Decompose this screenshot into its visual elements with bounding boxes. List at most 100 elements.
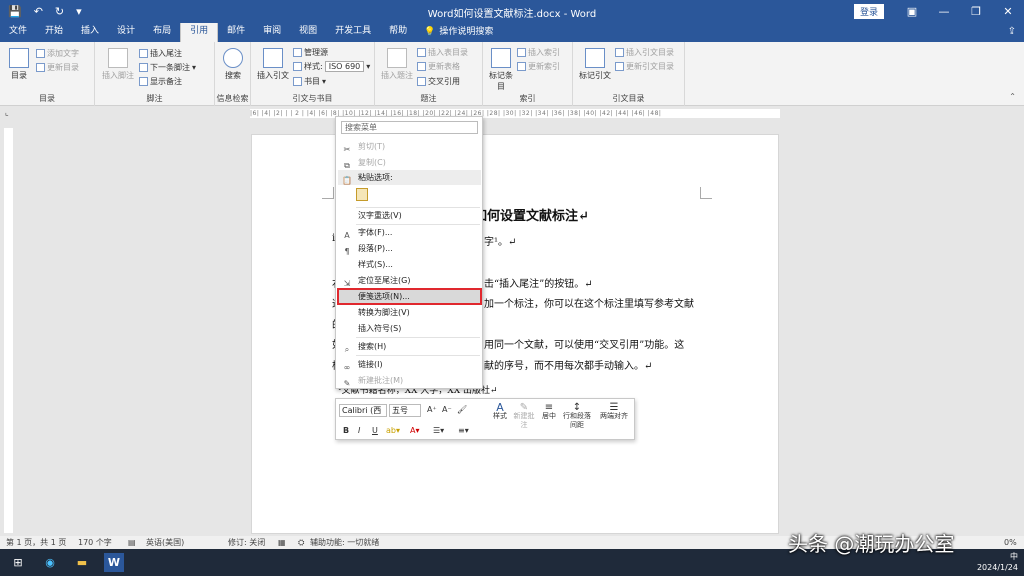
save-icon[interactable]: 💾	[8, 5, 22, 18]
tab-review[interactable]: 审阅	[254, 23, 290, 42]
citation-style-dropdown[interactable]: 样式: ISO 690 ▾	[293, 61, 370, 72]
tab-view[interactable]: 视图	[290, 23, 326, 42]
page-count[interactable]: 第 1 页，共 1 页	[6, 536, 66, 549]
document-page[interactable]: 如何设置文献标注↵ i 字¹。↵ 右 击“插入尾注”的按钮。↵ 这 加一个标注，…	[251, 134, 779, 534]
horizontal-ruler[interactable]: |6| |4| |2| | | 2 | |4| |6| |8| |10| |12…	[250, 109, 780, 118]
font-size-box[interactable]: 五号	[389, 404, 421, 417]
justify-button[interactable]: ☰ 两端对齐	[596, 403, 632, 421]
next-footnote-button[interactable]: 下一条脚注 ▾	[139, 62, 196, 73]
menu-item-search[interactable]: ⌕ 搜索(H)	[338, 339, 481, 354]
manage-sources-button[interactable]: 管理源	[293, 47, 328, 58]
ime-indicator[interactable]: 中	[1010, 552, 1018, 561]
bold-icon[interactable]: B	[343, 426, 349, 435]
menu-search-input[interactable]: 搜索菜单	[341, 121, 478, 134]
bibliography-button[interactable]: 书目 ▾	[293, 76, 326, 87]
menu-item-note-options[interactable]: 便笺选项(N)...	[337, 288, 482, 305]
menu-item-font[interactable]: A 字体(F)...	[338, 225, 481, 240]
italic-icon[interactable]: I	[358, 426, 360, 435]
doc-text: 击“插入尾注”的按钮。↵	[484, 279, 593, 290]
share-icon[interactable]: ⇪	[1008, 26, 1016, 37]
restore-icon[interactable]: ❐	[960, 5, 992, 18]
word-icon[interactable]: W	[104, 553, 124, 572]
tab-developer[interactable]: 开发工具	[326, 23, 380, 42]
font-name-box[interactable]: Calibri (西	[339, 404, 387, 417]
grow-font-icon[interactable]: A⁺	[427, 405, 437, 414]
insert-citation-button[interactable]: 插入引文	[255, 48, 291, 81]
ribbon-display-icon[interactable]: ▣	[896, 5, 928, 18]
tell-me-box[interactable]: 💡 操作说明搜索	[416, 23, 493, 42]
zoom-level[interactable]: 0%	[1004, 536, 1017, 549]
update-index-button[interactable]: 更新索引	[517, 61, 560, 72]
accessibility-status[interactable]: 辅助功能: 一切就绪	[310, 536, 379, 549]
search-button[interactable]: 搜索	[219, 48, 247, 81]
shrink-font-icon[interactable]: A⁻	[442, 405, 452, 414]
font-color-icon[interactable]: A▾	[410, 426, 420, 435]
tab-design[interactable]: 设计	[108, 23, 144, 42]
insert-table-of-figures-button[interactable]: 插入表目录	[417, 47, 468, 58]
group-label-footnotes: 脚注	[146, 94, 163, 103]
language[interactable]: 英语(美国)	[146, 536, 184, 549]
redo-icon[interactable]: ↻	[55, 5, 64, 18]
chevron-down-icon: ▾	[192, 63, 197, 72]
proofing-icon[interactable]: ▤	[128, 536, 136, 549]
clock-date[interactable]: 2024/1/24	[977, 563, 1018, 572]
update-toc-button[interactable]: 更新目录	[36, 62, 79, 73]
menu-item-new-comment[interactable]: ✎ 新建批注(M)	[338, 373, 481, 388]
paste-keep-text-icon[interactable]	[356, 188, 368, 201]
login-button[interactable]: 登录	[853, 4, 884, 19]
track-changes-status[interactable]: 修订: 关闭	[228, 536, 265, 549]
tab-home[interactable]: 开始	[36, 23, 72, 42]
cross-reference-button[interactable]: 交叉引用	[417, 76, 460, 87]
group-label-citations: 引文与书目	[292, 94, 333, 103]
menu-item-convert-to-footnote[interactable]: 转换为脚注(V)	[338, 305, 481, 320]
insert-endnote-button[interactable]: 插入尾注	[139, 48, 182, 59]
styles-button[interactable]: A 样式	[488, 402, 512, 421]
customize-qat-icon[interactable]: ▾	[76, 5, 82, 18]
menu-item-link[interactable]: ∞ 链接(I)	[338, 357, 481, 372]
tab-insert[interactable]: 插入	[72, 23, 108, 42]
mark-entry-button[interactable]: 标记条目	[487, 48, 515, 92]
insert-toa-button[interactable]: 插入引文目录	[615, 47, 674, 58]
insert-caption-button[interactable]: 插入题注	[379, 48, 415, 81]
tab-selector-icon[interactable]: ⌞	[5, 108, 9, 117]
edge-icon[interactable]: ◉	[40, 553, 60, 572]
tab-layout[interactable]: 布局	[144, 23, 180, 42]
update-table-button[interactable]: 更新表格	[417, 61, 460, 72]
tab-help[interactable]: 帮助	[380, 23, 416, 42]
menu-item-copy[interactable]: ⧉ 复制(C)	[338, 155, 481, 170]
show-notes-button[interactable]: 显示备注	[139, 76, 182, 87]
file-explorer-icon[interactable]: ▬	[72, 553, 92, 572]
tab-mailings[interactable]: 邮件	[218, 23, 254, 42]
underline-icon[interactable]: U	[372, 426, 378, 435]
tab-references[interactable]: 引用	[180, 23, 219, 42]
tab-file[interactable]: 文件	[0, 23, 36, 42]
group-citations: 插入引文 管理源 样式: ISO 690 ▾ 书目 ▾ 引文与书目	[251, 42, 375, 106]
macro-icon[interactable]: ▦	[278, 536, 286, 549]
bullets-icon[interactable]: ☰▾	[433, 426, 444, 435]
toc-button[interactable]: 目录	[6, 48, 32, 81]
minimize-icon[interactable]: —	[928, 5, 960, 18]
menu-item-go-to-endnote[interactable]: ⇲ 定位至尾注(G)	[338, 273, 481, 288]
undo-icon[interactable]: ↶	[34, 5, 43, 18]
center-button[interactable]: ≡ 居中	[538, 403, 560, 421]
menu-item-paragraph[interactable]: ¶ 段落(P)...	[338, 241, 481, 256]
format-painter-icon[interactable]: 🖌	[457, 405, 467, 414]
vertical-ruler[interactable]	[4, 128, 13, 533]
collapse-ribbon-icon[interactable]: ⌃	[1009, 92, 1016, 101]
highlight-icon[interactable]: ab▾	[386, 426, 400, 435]
menu-item-reconvert[interactable]: 汉字重选(V)	[338, 208, 481, 223]
update-toa-button[interactable]: 更新引文目录	[615, 61, 674, 72]
menu-item-styles[interactable]: 样式(S)...	[338, 257, 481, 272]
add-text-button[interactable]: 添加文字	[36, 48, 79, 59]
word-count[interactable]: 170 个字	[78, 536, 112, 549]
menu-item-cut[interactable]: ✂ 剪切(T)	[338, 139, 481, 154]
windows-start-icon[interactable]: ⊞	[8, 553, 28, 572]
menu-item-insert-symbol[interactable]: 插入符号(S)	[338, 321, 481, 336]
insert-footnote-button[interactable]: 插入脚注	[101, 48, 135, 81]
line-spacing-button[interactable]: ↕ 行和段落间距	[560, 403, 594, 430]
close-icon[interactable]: ✕	[992, 5, 1024, 18]
new-comment-button[interactable]: ✎ 新建批注	[512, 403, 536, 430]
insert-index-button[interactable]: 插入索引	[517, 47, 560, 58]
numbering-icon[interactable]: ≡▾	[458, 426, 469, 435]
mark-citation-button[interactable]: 标记引文	[577, 48, 613, 81]
